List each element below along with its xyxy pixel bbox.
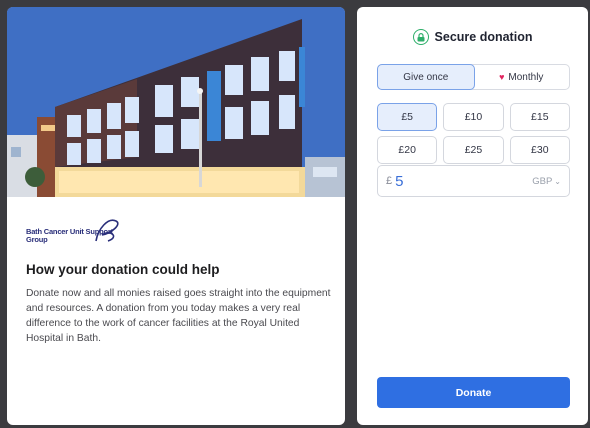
amount-button-5[interactable]: £5 [377,103,438,131]
lock-icon [412,29,429,45]
org-logo: Bath Cancer Unit Support Group [26,215,136,253]
currency-symbol: £ [386,175,393,187]
chevron-down-icon: ⌄ [554,176,561,186]
amount-button-30[interactable]: £30 [509,136,570,164]
give-once-button[interactable]: Give once [377,64,475,90]
campaign-card: Bath Cancer Unit Support Group How your … [7,7,345,425]
heart-icon: ♥ [499,72,505,82]
monthly-label: Monthly [508,71,544,83]
amount-button-15[interactable]: £15 [509,103,570,131]
amount-button-25[interactable]: £25 [443,136,504,164]
donation-form-card: Secure donation Give once ♥ Monthly £5 £… [357,7,588,425]
amount-button-20[interactable]: £20 [377,136,438,164]
campaign-title: How your donation could help [26,262,220,277]
donate-button[interactable]: Donate [377,377,570,408]
monthly-button[interactable]: ♥ Monthly [474,65,570,89]
give-once-label: Give once [403,71,449,83]
amount-options: £5 £10 £15 £20 £25 £30 [377,103,570,164]
campaign-description: Donate now and all monies raised goes st… [26,288,331,344]
campaign-hero-image [7,7,345,197]
currency-code: GBP [532,175,553,187]
currency-select[interactable]: GBP ⌄ [532,176,561,187]
secure-donation-header: Secure donation [357,27,588,47]
amount-input[interactable] [395,172,506,190]
frequency-toggle: Give once ♥ Monthly [377,64,570,90]
amount-button-10[interactable]: £10 [443,103,504,131]
custom-amount-field: £ GBP ⌄ [377,165,570,197]
secure-donation-label: Secure donation [434,30,533,44]
